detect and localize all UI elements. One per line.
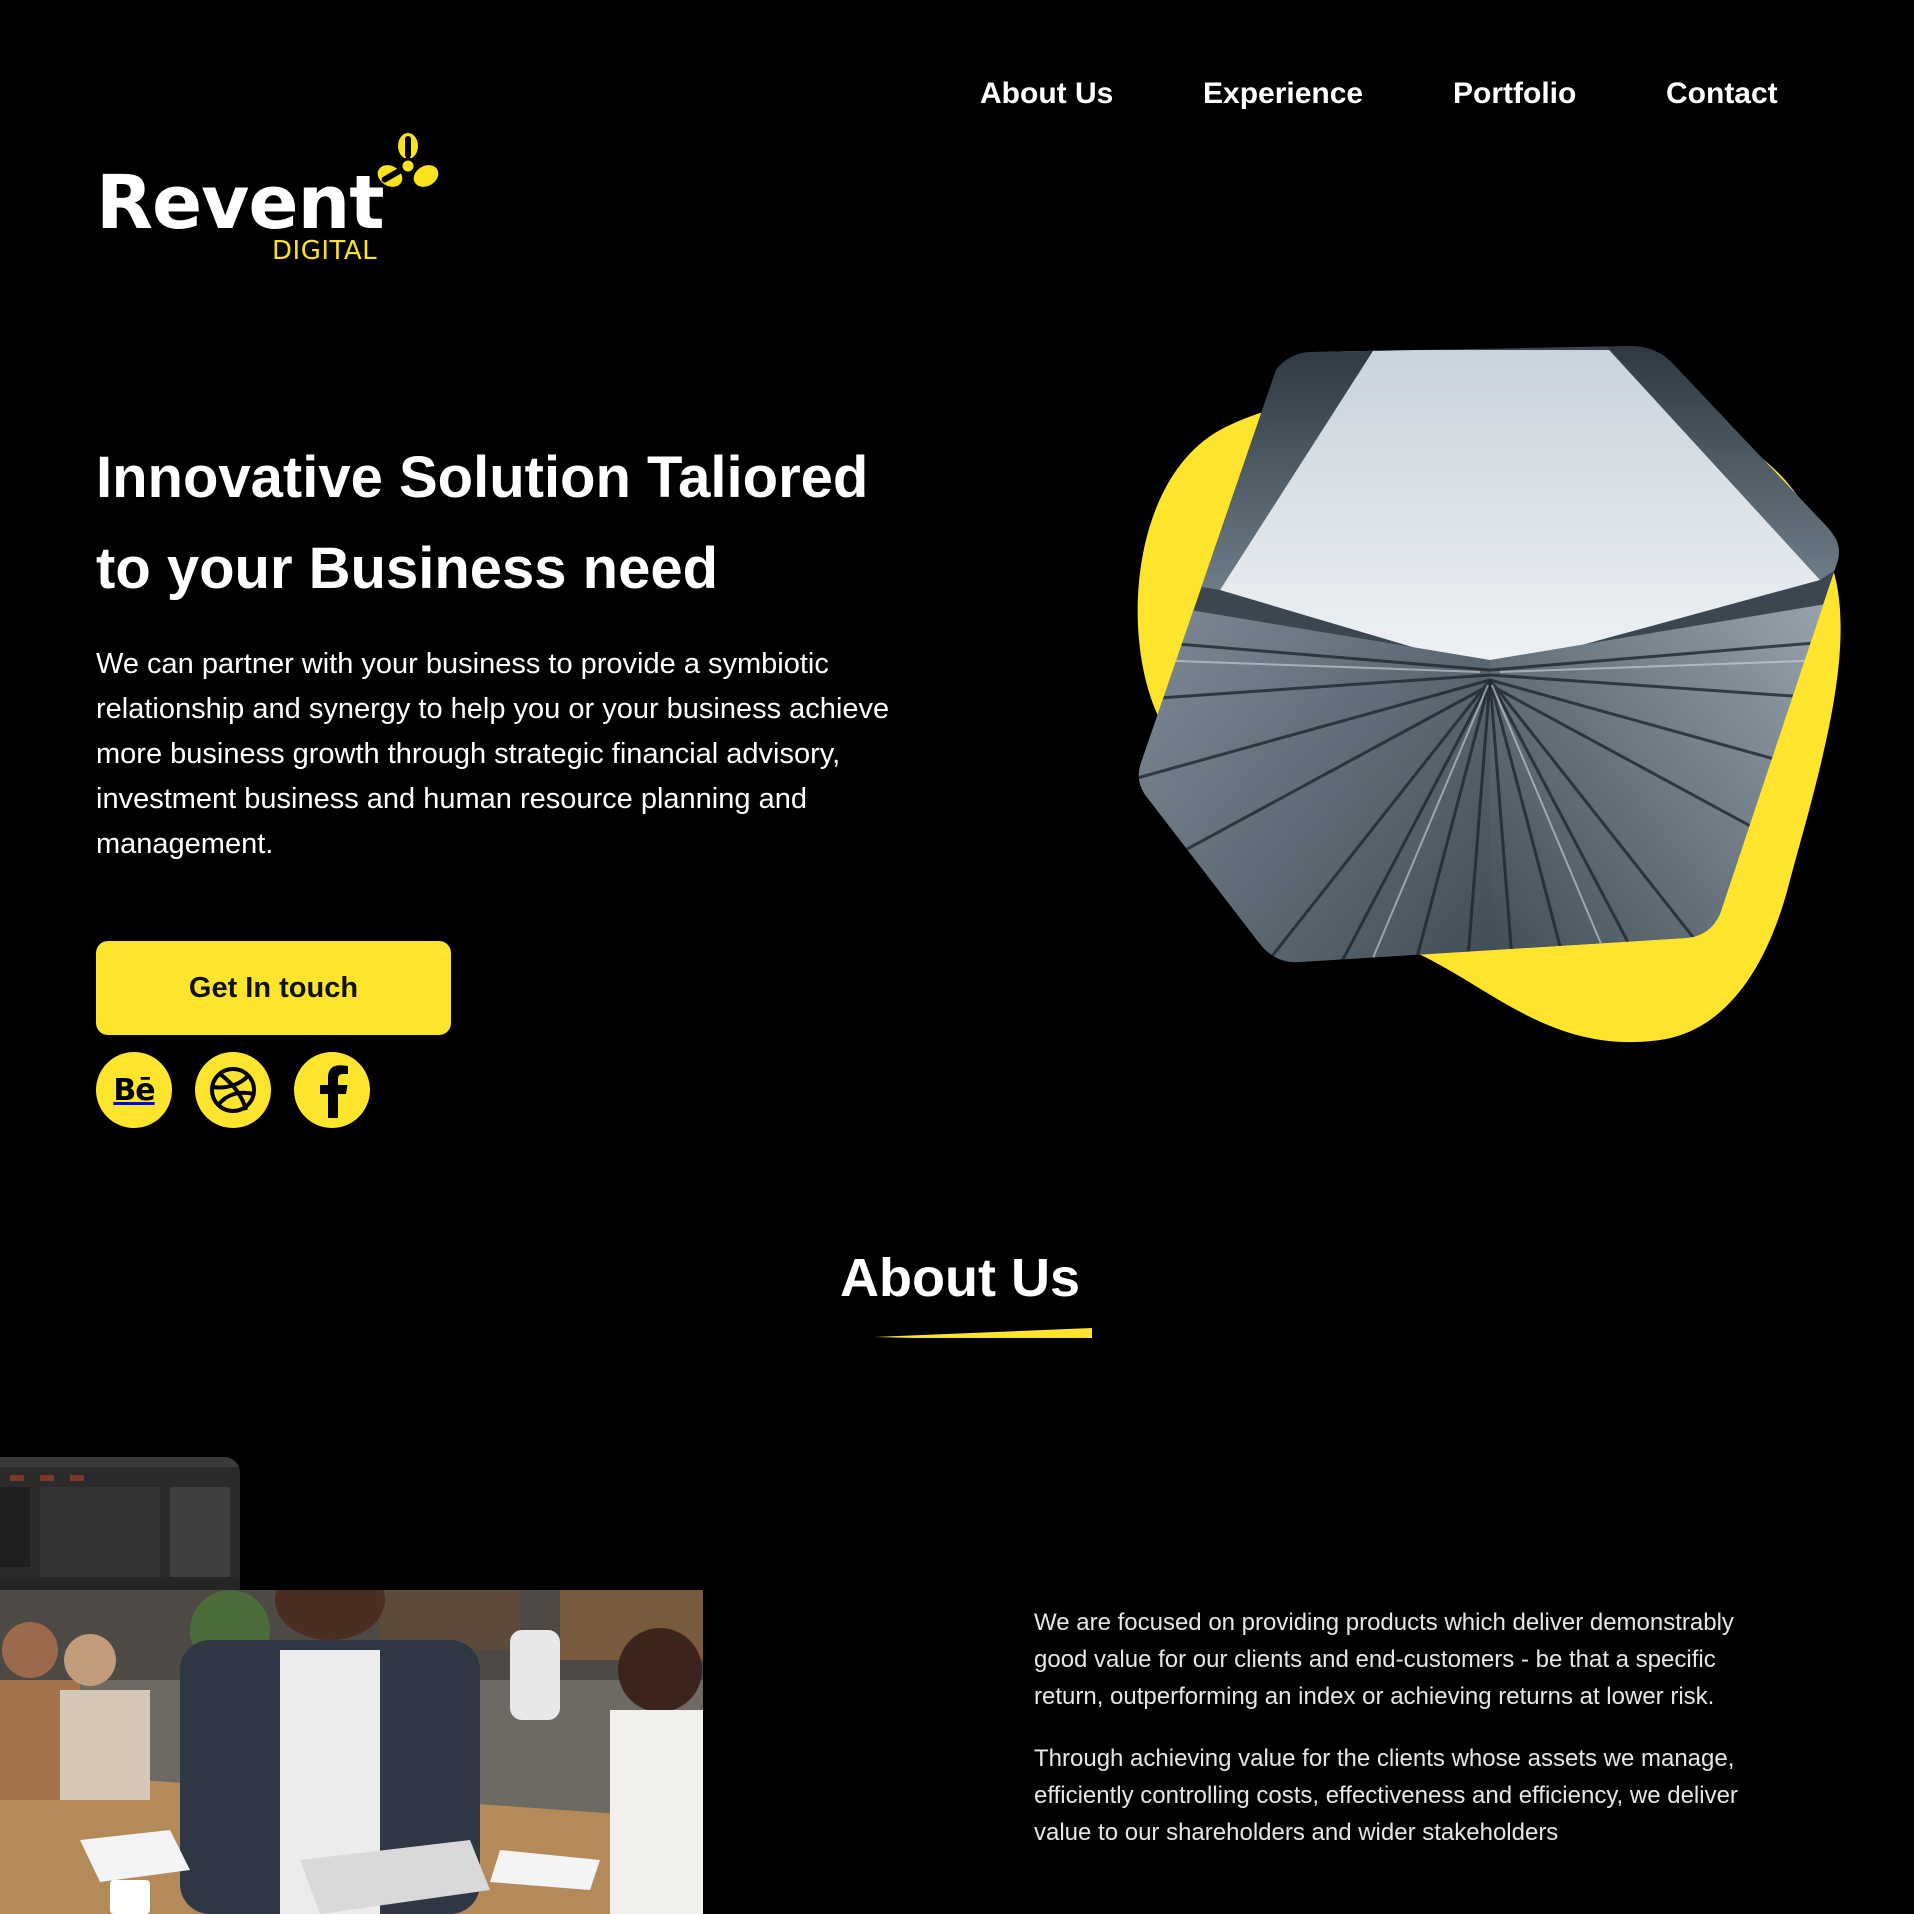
behance-icon: Bē bbox=[113, 1072, 155, 1108]
facebook-link[interactable] bbox=[294, 1052, 370, 1128]
brand-logo[interactable]: Revent DIGITAL bbox=[96, 130, 446, 270]
dribbble-icon bbox=[210, 1067, 256, 1113]
about-paragraph-1: We are focused on providing products whi… bbox=[1034, 1609, 1734, 1710]
nav-contact[interactable]: Contact bbox=[1666, 74, 1778, 114]
hero-title-line2: to your Business need bbox=[96, 536, 719, 601]
behance-link[interactable]: Bē bbox=[96, 1052, 172, 1128]
nav-experience[interactable]: Experience bbox=[1203, 74, 1363, 114]
nav-about-us[interactable]: About Us bbox=[980, 74, 1113, 114]
about-photo-secondary bbox=[0, 1457, 240, 1597]
hero-building-image bbox=[1137, 346, 1841, 1043]
heading-underline bbox=[874, 1328, 1092, 1338]
get-in-touch-button[interactable]: Get In touch bbox=[96, 941, 451, 1035]
about-paragraph-2: Through achieving value for the clients … bbox=[1034, 1745, 1738, 1846]
hero-title-line1: Innovative Solution Taliored bbox=[96, 445, 869, 510]
hero-title: Innovative Solution Taliored to your Bus… bbox=[96, 432, 956, 614]
about-us-heading: About Us bbox=[840, 1248, 1080, 1308]
logo-wordmark: Revent bbox=[96, 160, 385, 246]
hero-description: We can partner with your business to pro… bbox=[96, 648, 890, 860]
nav-portfolio[interactable]: Portfolio bbox=[1453, 74, 1576, 114]
dribbble-link[interactable] bbox=[195, 1052, 271, 1128]
main-nav: About Us Experience Portfolio Contact bbox=[980, 74, 1800, 114]
about-team-photo bbox=[0, 1590, 703, 1914]
logo-subtitle: DIGITAL bbox=[272, 236, 378, 266]
about-text: We are focused on providing products whi… bbox=[1034, 1604, 1754, 1876]
facebook-icon bbox=[320, 1065, 348, 1118]
